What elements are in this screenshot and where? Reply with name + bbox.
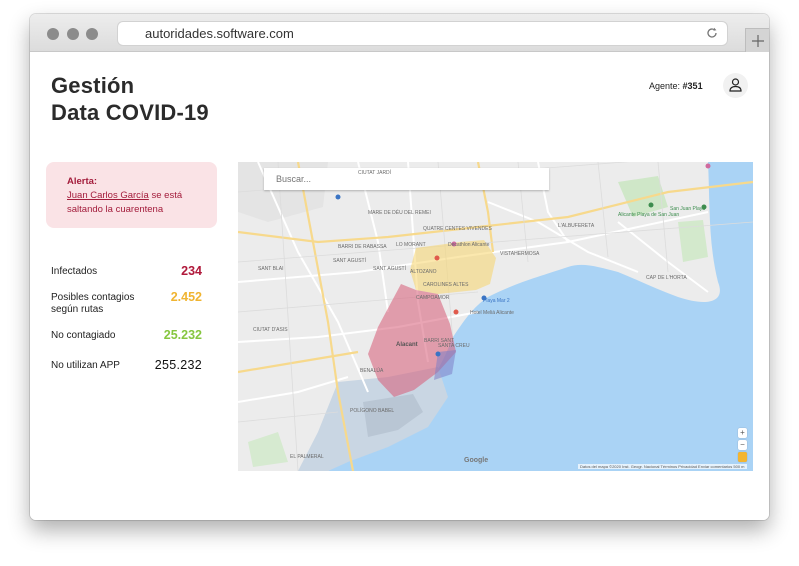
stat-row-posibles-contagios: Posibles contagios según rutas 2.452 bbox=[51, 288, 202, 315]
map-place-label: Alicante Playa de San Juan bbox=[618, 212, 680, 218]
agent-id: #351 bbox=[682, 81, 703, 91]
alert-person-link[interactable]: Juan Carlos García bbox=[67, 190, 149, 201]
map-place-label: LO MORANT bbox=[396, 242, 426, 248]
stat-label: No utilizan APP bbox=[51, 360, 120, 371]
address-bar[interactable]: autoridades.software.com bbox=[118, 22, 727, 45]
url-text: autoridades.software.com bbox=[145, 26, 294, 41]
google-logo: Google bbox=[464, 457, 489, 464]
minimize-window-button[interactable] bbox=[67, 28, 79, 40]
stat-value: 234 bbox=[181, 264, 202, 278]
page-title: Gestión Data COVID-19 bbox=[51, 73, 209, 125]
page-content: Gestión Data COVID-19 Agente: #351 Alert… bbox=[30, 52, 769, 520]
map-place-label: ALTOZANO bbox=[410, 269, 437, 275]
agent-label: Agente: bbox=[649, 81, 681, 91]
alert-title: Alerta: bbox=[67, 176, 98, 187]
browser-titlebar: autoridades.software.com bbox=[30, 14, 769, 52]
map-place-label: Hotel Meliá Alicante bbox=[470, 310, 514, 316]
new-tab-button[interactable] bbox=[745, 28, 769, 52]
stat-value: 25.232 bbox=[163, 328, 202, 342]
map-place-label: EL PALMERAL bbox=[290, 454, 324, 460]
stat-row-no-utilizan-app: No utilizan APP 255.232 bbox=[51, 356, 202, 380]
quarantine-alert: Alerta: Juan Carlos García se está salta… bbox=[46, 162, 217, 228]
map-place-label: CAP DE L'HORTA bbox=[646, 275, 687, 281]
map-place-label: POLÍGONO BABEL bbox=[350, 408, 395, 414]
map-place-label: BENALÚA bbox=[360, 368, 384, 374]
stat-row-infectados: Infectados 234 bbox=[51, 262, 202, 286]
map-place-label: VISTAHERMOSA bbox=[500, 251, 540, 257]
map-place-label: San Juan Playa bbox=[670, 206, 706, 212]
map-attribution: Datos del mapa ©2020 Inst. Geogr. Nacion… bbox=[578, 464, 747, 469]
reload-icon[interactable] bbox=[705, 26, 719, 40]
stat-row-no-contagiado: No contagiado 25.232 bbox=[51, 326, 202, 350]
map-place-label: CIUTAT JARDÍ bbox=[358, 170, 392, 176]
map-place-label: SANTA CREU bbox=[438, 343, 470, 349]
map-place-label: SANT BLAI bbox=[258, 266, 284, 272]
stat-label: Infectados bbox=[51, 266, 98, 277]
stat-label: Posibles contagios según rutas bbox=[51, 292, 135, 315]
map-place-label: Alacant bbox=[396, 342, 418, 348]
plus-icon bbox=[752, 35, 764, 47]
browser-window: autoridades.software.com Gestión Data CO… bbox=[30, 14, 769, 520]
zoom-in-button[interactable]: + bbox=[738, 428, 747, 438]
map-place-label: CIUTAT D'ASIS bbox=[253, 327, 288, 333]
map-place-label: QUATRE CENTES VIVENDES bbox=[423, 226, 492, 232]
city-map[interactable]: CIUTAT JARDÍ MARE DE DÉU DEL REMEI BARRI D… bbox=[238, 162, 753, 471]
map-place-label: Decathlon Alicante bbox=[448, 242, 490, 248]
map-place-label: CAMPOAMOR bbox=[416, 295, 450, 301]
street-view-button[interactable] bbox=[738, 452, 747, 462]
stat-label: No contagiado bbox=[51, 330, 116, 341]
agent-info: Agente: #351 bbox=[649, 81, 703, 91]
map-place-label: BARRI DE RABASSA bbox=[338, 244, 387, 250]
user-avatar-button[interactable] bbox=[723, 73, 748, 98]
close-window-button[interactable] bbox=[47, 28, 59, 40]
user-icon bbox=[729, 78, 742, 92]
map-search-input[interactable] bbox=[264, 168, 549, 190]
map-zoom-controls: + − bbox=[738, 428, 747, 462]
map-search-box[interactable] bbox=[264, 168, 549, 190]
stat-value: 255.232 bbox=[154, 358, 202, 372]
map-place-label: SANT AGUSTÍ bbox=[333, 258, 366, 264]
map-place-label: CAROLINES ALTES bbox=[423, 282, 469, 288]
map-place-label: SANT AGUSTÍ bbox=[373, 266, 406, 272]
maximize-window-button[interactable] bbox=[86, 28, 98, 40]
zoom-out-button[interactable]: − bbox=[738, 440, 747, 450]
map-place-label: L'ALBUFERETA bbox=[558, 223, 595, 229]
map-place-label: Playa Mar 2 bbox=[483, 298, 510, 304]
map-place-label: MARE DE DÉU DEL REMEI bbox=[368, 210, 431, 216]
stat-value: 2.452 bbox=[170, 290, 202, 304]
